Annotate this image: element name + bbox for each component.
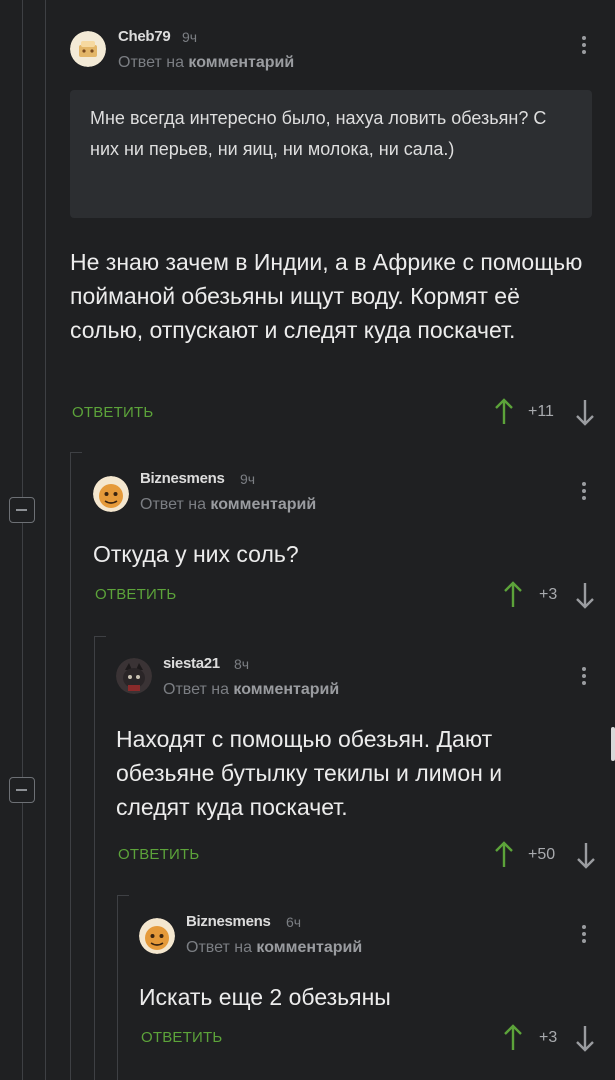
comment-text: Находят с помощью обезьян. Дают обезьяне… (116, 726, 503, 820)
timestamp: 9ч (182, 29, 198, 45)
username[interactable]: Cheb79 (118, 28, 171, 45)
arrow-up-icon[interactable] (503, 1024, 523, 1052)
reply-to: Ответ на комментарий (140, 496, 316, 514)
comment-text: Не знаю зачем в Индии, а в Африке с помо… (70, 249, 583, 343)
comment-text: Откуда у них соль? (93, 541, 299, 567)
collapse-icon[interactable] (9, 497, 35, 523)
timestamp: 8ч (234, 656, 250, 672)
arrow-down-icon[interactable] (575, 398, 595, 426)
kebab-menu-icon[interactable] (582, 667, 586, 685)
avatar[interactable] (70, 31, 106, 67)
vote-score: +3 (539, 586, 558, 603)
thread-line-level-3 (70, 452, 71, 1080)
vote-controls: +50 (494, 841, 604, 871)
arrow-up-icon[interactable] (494, 841, 514, 869)
arrow-down-icon[interactable] (575, 1024, 595, 1052)
thread-line-level-1 (22, 0, 23, 1080)
arrow-down-icon[interactable] (575, 581, 595, 609)
avatar[interactable] (139, 918, 175, 954)
thread-line-level-2 (45, 0, 46, 1080)
comment: Biznesmens 9ч Ответ на комментарий Откуд… (93, 470, 615, 615)
kebab-menu-icon[interactable] (582, 36, 586, 54)
comment: Cheb79 9ч Ответ на комментарий Мне всегд… (70, 28, 615, 428)
comment-text: Искать еще 2 обезьяны (139, 984, 391, 1010)
username[interactable]: siesta21 (163, 655, 220, 672)
reply-to: Ответ на комментарий (186, 939, 362, 957)
reply-button[interactable]: ОТВЕТИТЬ (141, 1029, 222, 1046)
quoted-comment: Мне всегда интересно было, нахуа ловить … (70, 90, 592, 218)
reply-to-prefix: Ответ на (163, 681, 229, 698)
reply-to-prefix: Ответ на (186, 939, 252, 956)
vote-score: +11 (528, 403, 554, 420)
reply-button[interactable]: ОТВЕТИТЬ (72, 404, 153, 421)
timestamp: 6ч (286, 914, 302, 930)
vote-controls: +11 (490, 398, 600, 428)
thread-branch (117, 895, 129, 896)
scrollbar[interactable] (611, 727, 615, 761)
thread-line-level-5 (117, 895, 118, 1080)
reply-to-link[interactable]: комментарий (233, 681, 339, 698)
username[interactable]: Biznesmens (186, 913, 271, 930)
vote-controls: +3 (503, 1024, 603, 1054)
thread-branch (70, 452, 82, 453)
avatar[interactable] (116, 658, 152, 694)
username[interactable]: Biznesmens (140, 470, 225, 487)
thread-branch (94, 636, 106, 637)
vote-score: +50 (528, 846, 556, 863)
kebab-menu-icon[interactable] (582, 482, 586, 500)
reply-button[interactable]: ОТВЕТИТЬ (95, 586, 176, 603)
avatar[interactable] (93, 476, 129, 512)
comments-page: Cheb79 9ч Ответ на комментарий Мне всегд… (0, 0, 615, 1080)
arrow-down-icon[interactable] (576, 841, 596, 869)
comment: siesta21 8ч Ответ на комментарий Находят… (116, 655, 615, 875)
vote-score: +3 (539, 1029, 558, 1046)
reply-to-link[interactable]: комментарий (210, 496, 316, 513)
reply-to-link[interactable]: комментарий (256, 939, 362, 956)
arrow-up-icon[interactable] (494, 398, 514, 426)
reply-to: Ответ на комментарий (163, 681, 339, 699)
thread-line-level-4 (94, 636, 95, 1080)
reply-to-prefix: Ответ на (118, 54, 184, 71)
comment: Biznesmens 6ч Ответ на комментарий Искат… (139, 913, 615, 1063)
timestamp: 9ч (240, 471, 256, 487)
collapse-icon[interactable] (9, 777, 35, 803)
reply-to-link[interactable]: комментарий (188, 54, 294, 71)
reply-to: Ответ на комментарий (118, 54, 294, 72)
arrow-up-icon[interactable] (503, 581, 523, 609)
kebab-menu-icon[interactable] (582, 925, 586, 943)
vote-controls: +3 (503, 581, 603, 611)
reply-to-prefix: Ответ на (140, 496, 206, 513)
reply-button[interactable]: ОТВЕТИТЬ (118, 846, 199, 863)
